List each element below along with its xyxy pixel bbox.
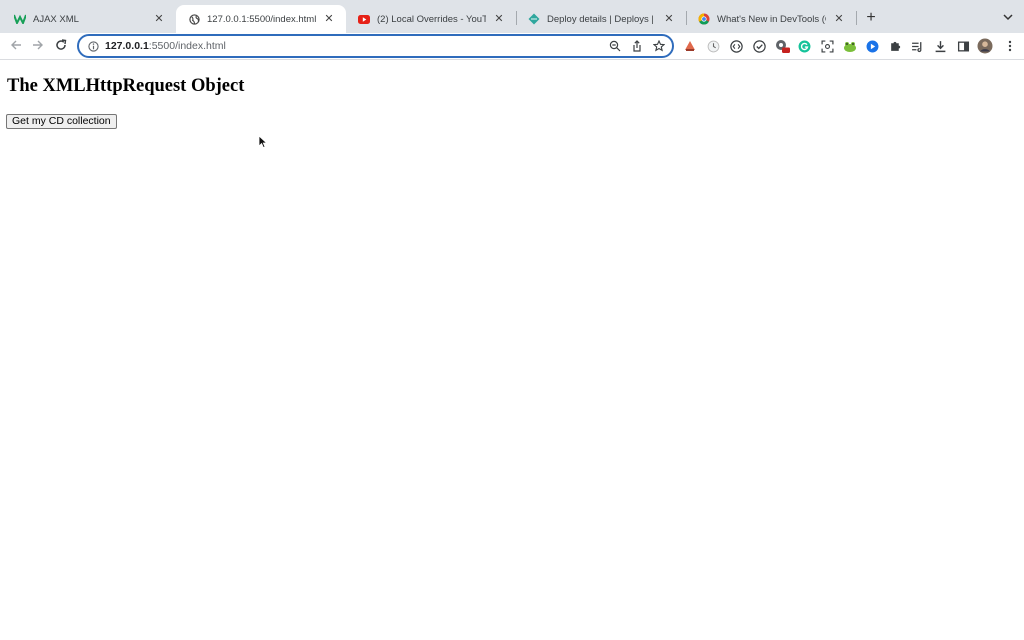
close-icon[interactable]: ✕ (832, 12, 846, 26)
share-icon[interactable] (630, 39, 644, 53)
extension-check-icon[interactable] (751, 38, 767, 54)
close-icon[interactable]: ✕ (322, 12, 336, 26)
tab-title: (2) Local Overrides - YouTube (377, 13, 486, 25)
url-host: 127.0.0.1 (105, 40, 149, 52)
forward-button[interactable] (28, 37, 48, 57)
page-viewport: The XMLHttpRequest Object Get my CD coll… (0, 61, 1024, 640)
tab-title: What's New in DevTools (Chro (717, 13, 826, 25)
arrow-left-icon (10, 38, 22, 56)
w-logo-icon (14, 13, 26, 25)
reload-icon (55, 38, 67, 56)
extension-clock-icon[interactable] (705, 38, 721, 54)
menu-kebab-icon[interactable] (1002, 38, 1018, 54)
close-icon[interactable]: ✕ (662, 12, 676, 26)
youtube-icon (358, 13, 370, 25)
tab-ajax-xml[interactable]: AJAX XML ✕ (2, 5, 176, 33)
page-heading: The XMLHttpRequest Object (7, 76, 245, 96)
extension-pyramid-icon[interactable] (682, 38, 698, 54)
extension-gear-badge-icon[interactable] (774, 38, 790, 54)
extension-code-icon[interactable] (728, 38, 744, 54)
extensions-puzzle-icon[interactable] (887, 38, 903, 54)
star-icon[interactable] (652, 39, 666, 53)
extension-grammarly-icon[interactable] (796, 38, 812, 54)
reading-list-icon[interactable] (909, 38, 925, 54)
address-bar[interactable]: 127.0.0.1:5500/index.html (77, 34, 674, 58)
tab-title: 127.0.0.1:5500/index.html (207, 13, 316, 25)
close-icon[interactable]: ✕ (492, 12, 506, 26)
mouse-cursor-icon (258, 135, 268, 149)
side-panel-icon[interactable] (955, 38, 971, 54)
tab-youtube[interactable]: (2) Local Overrides - YouTube ✕ (346, 5, 516, 33)
info-icon[interactable] (87, 40, 99, 52)
arrow-right-icon (32, 38, 44, 56)
avatar[interactable] (977, 38, 993, 54)
browser-toolbar: 127.0.0.1:5500/index.html (0, 33, 1024, 60)
close-icon[interactable]: ✕ (152, 12, 166, 26)
tab-separator (856, 11, 857, 25)
omnibox-actions (608, 39, 666, 53)
extension-frog-icon[interactable] (842, 38, 858, 54)
tab-title: AJAX XML (33, 13, 79, 25)
extension-play-icon[interactable] (864, 38, 880, 54)
netlify-icon (528, 13, 540, 25)
extension-scan-icon[interactable] (819, 38, 835, 54)
back-button[interactable] (6, 37, 26, 57)
zoom-icon[interactable] (608, 39, 622, 53)
url-text: 127.0.0.1:5500/index.html (105, 40, 226, 52)
globe-icon (188, 13, 200, 25)
tab-title: Deploy details | Deploys | rand (547, 13, 656, 25)
tab-netlify[interactable]: Deploy details | Deploys | rand ✕ (516, 5, 686, 33)
reload-button[interactable] (51, 37, 71, 57)
chrome-icon (698, 13, 710, 25)
tab-localhost[interactable]: 127.0.0.1:5500/index.html ✕ (176, 5, 346, 33)
tab-search-icon[interactable] (999, 9, 1017, 27)
tab-devtools[interactable]: What's New in DevTools (Chro ✕ (686, 5, 856, 33)
download-icon[interactable] (932, 38, 948, 54)
get-cd-collection-button[interactable]: Get my CD collection (6, 114, 117, 129)
url-path: :5500/index.html (148, 40, 226, 52)
tab-strip: AJAX XML ✕ 127.0.0.1:5500/index.html ✕ (… (0, 0, 1024, 33)
new-tab-button[interactable]: + (862, 9, 880, 27)
